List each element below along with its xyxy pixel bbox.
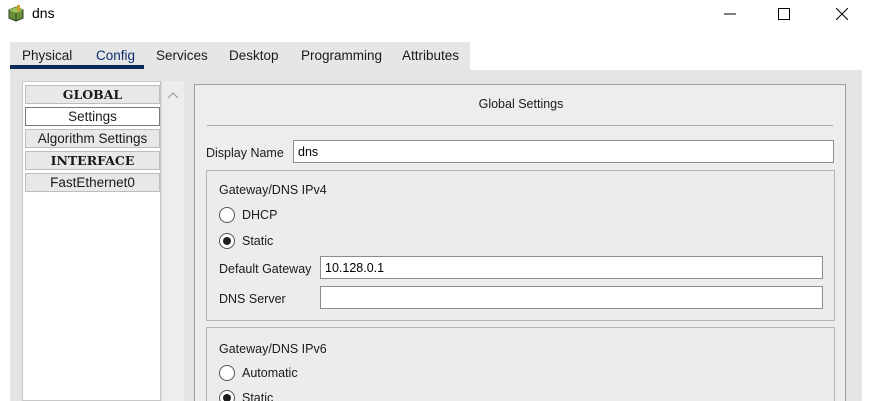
display-name-label: Display Name [206, 146, 284, 160]
window-title: dns [32, 5, 55, 21]
tab-config[interactable]: Config [96, 48, 135, 63]
sidebar-item-label: Algorithm Settings [37, 131, 148, 146]
tab-desktop[interactable]: Desktop [229, 48, 279, 63]
sidebar-item-label: INTERFACE [50, 153, 135, 168]
default-gateway-field[interactable] [320, 256, 823, 279]
sidebar-item-algorithm-settings[interactable]: Algorithm Settings [25, 129, 160, 148]
automatic-label: Automatic [242, 366, 298, 380]
tab-attributes[interactable]: Attributes [402, 48, 459, 63]
title-bar: dns [0, 0, 870, 28]
maximize-icon [778, 8, 790, 20]
sidebar-item-label: GLOBAL [62, 87, 123, 102]
dhcp-radio[interactable] [219, 207, 235, 223]
tab-strip: Physical Config Services Desktop Program… [0, 28, 870, 70]
sidebar-header-interface: INTERFACE [25, 151, 160, 170]
tab-programming[interactable]: Programming [301, 48, 382, 63]
sidebar-item-settings[interactable]: Settings [25, 107, 160, 126]
ipv6-group-title: Gateway/DNS IPv6 [219, 342, 327, 356]
dns-server-label: DNS Server [219, 292, 286, 306]
dns-server-field[interactable] [320, 286, 823, 309]
ipv6-static-radio[interactable] [219, 390, 235, 401]
ipv4-group: Gateway/DNS IPv4 DHCP Static Default Gat… [206, 170, 835, 321]
router-icon [6, 4, 26, 24]
close-button[interactable] [819, 0, 865, 28]
ipv6-group: Gateway/DNS IPv6 Automatic Static [206, 327, 835, 401]
minimize-icon [724, 13, 736, 15]
panel-title: Global Settings [478, 97, 564, 111]
global-settings-panel: Global Settings Display Name Gateway/DNS… [194, 84, 846, 401]
ipv4-group-title: Gateway/DNS IPv4 [219, 183, 327, 197]
sidebar-item-label: Settings [68, 109, 117, 124]
sidebar-header-global: GLOBAL [25, 85, 160, 104]
tab-physical[interactable]: Physical [22, 48, 72, 63]
automatic-radio[interactable] [219, 365, 235, 381]
static-radio[interactable] [219, 233, 235, 249]
default-gateway-label: Default Gateway [219, 262, 312, 276]
static-label: Static [242, 234, 274, 248]
dhcp-label: DHCP [242, 208, 278, 222]
tab-services[interactable]: Services [156, 48, 208, 63]
sidebar-scrollbar[interactable] [161, 81, 184, 401]
minimize-button[interactable] [707, 0, 753, 28]
maximize-button[interactable] [761, 0, 807, 28]
sidebar-item-label: FastEthernet0 [50, 175, 135, 190]
ipv6-static-label: Static [242, 391, 274, 401]
active-tab-indicator [10, 65, 144, 69]
sidebar: GLOBAL Settings Algorithm Settings INTER… [22, 81, 161, 401]
divider [207, 125, 833, 126]
scroll-up-icon[interactable] [167, 87, 179, 99]
sidebar-item-fastethernet0[interactable]: FastEthernet0 [25, 173, 160, 192]
close-icon [836, 8, 848, 20]
display-name-field[interactable] [293, 140, 834, 163]
